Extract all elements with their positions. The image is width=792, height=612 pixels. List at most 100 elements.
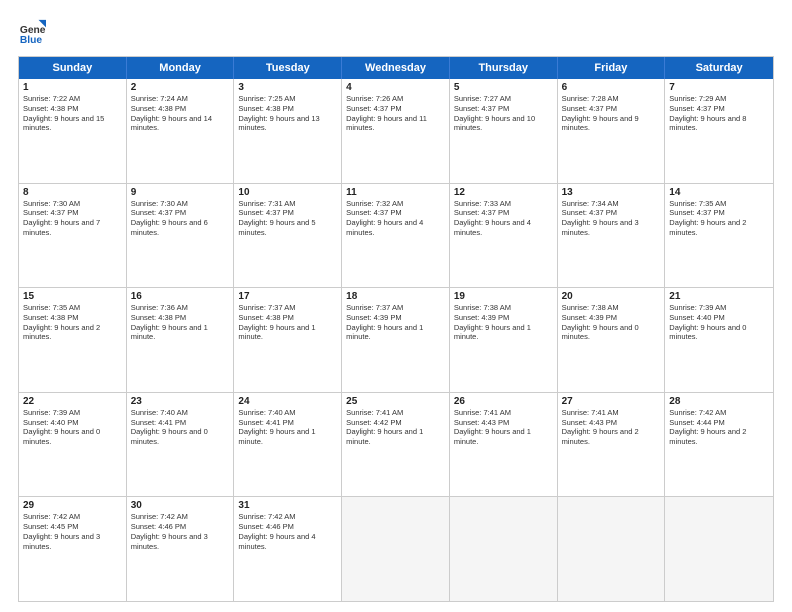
day-number: 24 [238,396,337,407]
cell-info: Sunrise: 7:29 AM Sunset: 4:37 PM Dayligh… [669,94,769,133]
cell-info: Sunrise: 7:42 AM Sunset: 4:46 PM Dayligh… [238,512,337,551]
day-number: 20 [562,291,661,302]
calendar-row-5: 29Sunrise: 7:42 AM Sunset: 4:45 PM Dayli… [19,497,773,601]
header-friday: Friday [558,57,666,79]
calendar-cell: 6Sunrise: 7:28 AM Sunset: 4:37 PM Daylig… [558,79,666,183]
day-number: 11 [346,187,445,198]
cell-info: Sunrise: 7:34 AM Sunset: 4:37 PM Dayligh… [562,199,661,238]
day-number: 31 [238,500,337,511]
cell-info: Sunrise: 7:36 AM Sunset: 4:38 PM Dayligh… [131,303,230,342]
calendar-cell: 1Sunrise: 7:22 AM Sunset: 4:38 PM Daylig… [19,79,127,183]
calendar-cell: 13Sunrise: 7:34 AM Sunset: 4:37 PM Dayli… [558,184,666,288]
day-number: 21 [669,291,769,302]
header-tuesday: Tuesday [234,57,342,79]
calendar-cell: 16Sunrise: 7:36 AM Sunset: 4:38 PM Dayli… [127,288,235,392]
header-sunday: Sunday [19,57,127,79]
calendar-cell [665,497,773,601]
calendar-cell: 28Sunrise: 7:42 AM Sunset: 4:44 PM Dayli… [665,393,773,497]
calendar-row-4: 22Sunrise: 7:39 AM Sunset: 4:40 PM Dayli… [19,393,773,498]
header-thursday: Thursday [450,57,558,79]
calendar-body: 1Sunrise: 7:22 AM Sunset: 4:38 PM Daylig… [19,79,773,601]
day-number: 2 [131,82,230,93]
cell-info: Sunrise: 7:38 AM Sunset: 4:39 PM Dayligh… [562,303,661,342]
day-number: 4 [346,82,445,93]
calendar-cell: 25Sunrise: 7:41 AM Sunset: 4:42 PM Dayli… [342,393,450,497]
calendar-cell: 30Sunrise: 7:42 AM Sunset: 4:46 PM Dayli… [127,497,235,601]
calendar-cell: 5Sunrise: 7:27 AM Sunset: 4:37 PM Daylig… [450,79,558,183]
cell-info: Sunrise: 7:25 AM Sunset: 4:38 PM Dayligh… [238,94,337,133]
cell-info: Sunrise: 7:42 AM Sunset: 4:46 PM Dayligh… [131,512,230,551]
cell-info: Sunrise: 7:24 AM Sunset: 4:38 PM Dayligh… [131,94,230,133]
cell-info: Sunrise: 7:37 AM Sunset: 4:38 PM Dayligh… [238,303,337,342]
calendar-cell: 19Sunrise: 7:38 AM Sunset: 4:39 PM Dayli… [450,288,558,392]
cell-info: Sunrise: 7:39 AM Sunset: 4:40 PM Dayligh… [669,303,769,342]
calendar-cell: 23Sunrise: 7:40 AM Sunset: 4:41 PM Dayli… [127,393,235,497]
cell-info: Sunrise: 7:35 AM Sunset: 4:37 PM Dayligh… [669,199,769,238]
calendar-cell: 4Sunrise: 7:26 AM Sunset: 4:37 PM Daylig… [342,79,450,183]
day-number: 5 [454,82,553,93]
cell-info: Sunrise: 7:28 AM Sunset: 4:37 PM Dayligh… [562,94,661,133]
calendar-cell: 18Sunrise: 7:37 AM Sunset: 4:39 PM Dayli… [342,288,450,392]
cell-info: Sunrise: 7:33 AM Sunset: 4:37 PM Dayligh… [454,199,553,238]
calendar-row-1: 1Sunrise: 7:22 AM Sunset: 4:38 PM Daylig… [19,79,773,184]
day-number: 28 [669,396,769,407]
cell-info: Sunrise: 7:22 AM Sunset: 4:38 PM Dayligh… [23,94,122,133]
calendar-cell: 14Sunrise: 7:35 AM Sunset: 4:37 PM Dayli… [665,184,773,288]
cell-info: Sunrise: 7:30 AM Sunset: 4:37 PM Dayligh… [23,199,122,238]
page: General Blue Sunday Monday Tuesday Wedne… [0,0,792,612]
day-number: 1 [23,82,122,93]
header: General Blue [18,18,774,46]
cell-info: Sunrise: 7:31 AM Sunset: 4:37 PM Dayligh… [238,199,337,238]
day-number: 3 [238,82,337,93]
day-number: 13 [562,187,661,198]
calendar-cell: 26Sunrise: 7:41 AM Sunset: 4:43 PM Dayli… [450,393,558,497]
calendar-cell [450,497,558,601]
calendar-cell: 15Sunrise: 7:35 AM Sunset: 4:38 PM Dayli… [19,288,127,392]
calendar-cell: 21Sunrise: 7:39 AM Sunset: 4:40 PM Dayli… [665,288,773,392]
day-number: 8 [23,187,122,198]
cell-info: Sunrise: 7:26 AM Sunset: 4:37 PM Dayligh… [346,94,445,133]
calendar-cell: 9Sunrise: 7:30 AM Sunset: 4:37 PM Daylig… [127,184,235,288]
calendar-cell: 7Sunrise: 7:29 AM Sunset: 4:37 PM Daylig… [665,79,773,183]
day-number: 14 [669,187,769,198]
header-wednesday: Wednesday [342,57,450,79]
logo: General Blue [18,18,46,46]
calendar-cell: 8Sunrise: 7:30 AM Sunset: 4:37 PM Daylig… [19,184,127,288]
calendar-cell: 24Sunrise: 7:40 AM Sunset: 4:41 PM Dayli… [234,393,342,497]
cell-info: Sunrise: 7:39 AM Sunset: 4:40 PM Dayligh… [23,408,122,447]
day-number: 6 [562,82,661,93]
cell-info: Sunrise: 7:38 AM Sunset: 4:39 PM Dayligh… [454,303,553,342]
day-number: 18 [346,291,445,302]
calendar-cell: 20Sunrise: 7:38 AM Sunset: 4:39 PM Dayli… [558,288,666,392]
day-number: 9 [131,187,230,198]
calendar-cell: 31Sunrise: 7:42 AM Sunset: 4:46 PM Dayli… [234,497,342,601]
day-number: 25 [346,396,445,407]
cell-info: Sunrise: 7:41 AM Sunset: 4:43 PM Dayligh… [562,408,661,447]
calendar-cell: 10Sunrise: 7:31 AM Sunset: 4:37 PM Dayli… [234,184,342,288]
calendar-row-3: 15Sunrise: 7:35 AM Sunset: 4:38 PM Dayli… [19,288,773,393]
day-number: 17 [238,291,337,302]
day-number: 16 [131,291,230,302]
cell-info: Sunrise: 7:32 AM Sunset: 4:37 PM Dayligh… [346,199,445,238]
calendar-row-2: 8Sunrise: 7:30 AM Sunset: 4:37 PM Daylig… [19,184,773,289]
cell-info: Sunrise: 7:42 AM Sunset: 4:44 PM Dayligh… [669,408,769,447]
calendar-cell: 11Sunrise: 7:32 AM Sunset: 4:37 PM Dayli… [342,184,450,288]
cell-info: Sunrise: 7:37 AM Sunset: 4:39 PM Dayligh… [346,303,445,342]
calendar-cell: 12Sunrise: 7:33 AM Sunset: 4:37 PM Dayli… [450,184,558,288]
cell-info: Sunrise: 7:40 AM Sunset: 4:41 PM Dayligh… [131,408,230,447]
day-number: 12 [454,187,553,198]
header-saturday: Saturday [665,57,773,79]
day-number: 27 [562,396,661,407]
calendar-cell: 2Sunrise: 7:24 AM Sunset: 4:38 PM Daylig… [127,79,235,183]
calendar-cell: 29Sunrise: 7:42 AM Sunset: 4:45 PM Dayli… [19,497,127,601]
cell-info: Sunrise: 7:41 AM Sunset: 4:43 PM Dayligh… [454,408,553,447]
logo-icon: General Blue [18,18,46,46]
day-number: 7 [669,82,769,93]
calendar-cell: 17Sunrise: 7:37 AM Sunset: 4:38 PM Dayli… [234,288,342,392]
day-number: 15 [23,291,122,302]
day-number: 23 [131,396,230,407]
cell-info: Sunrise: 7:27 AM Sunset: 4:37 PM Dayligh… [454,94,553,133]
cell-info: Sunrise: 7:30 AM Sunset: 4:37 PM Dayligh… [131,199,230,238]
calendar-cell: 22Sunrise: 7:39 AM Sunset: 4:40 PM Dayli… [19,393,127,497]
calendar-header: Sunday Monday Tuesday Wednesday Thursday… [19,57,773,79]
